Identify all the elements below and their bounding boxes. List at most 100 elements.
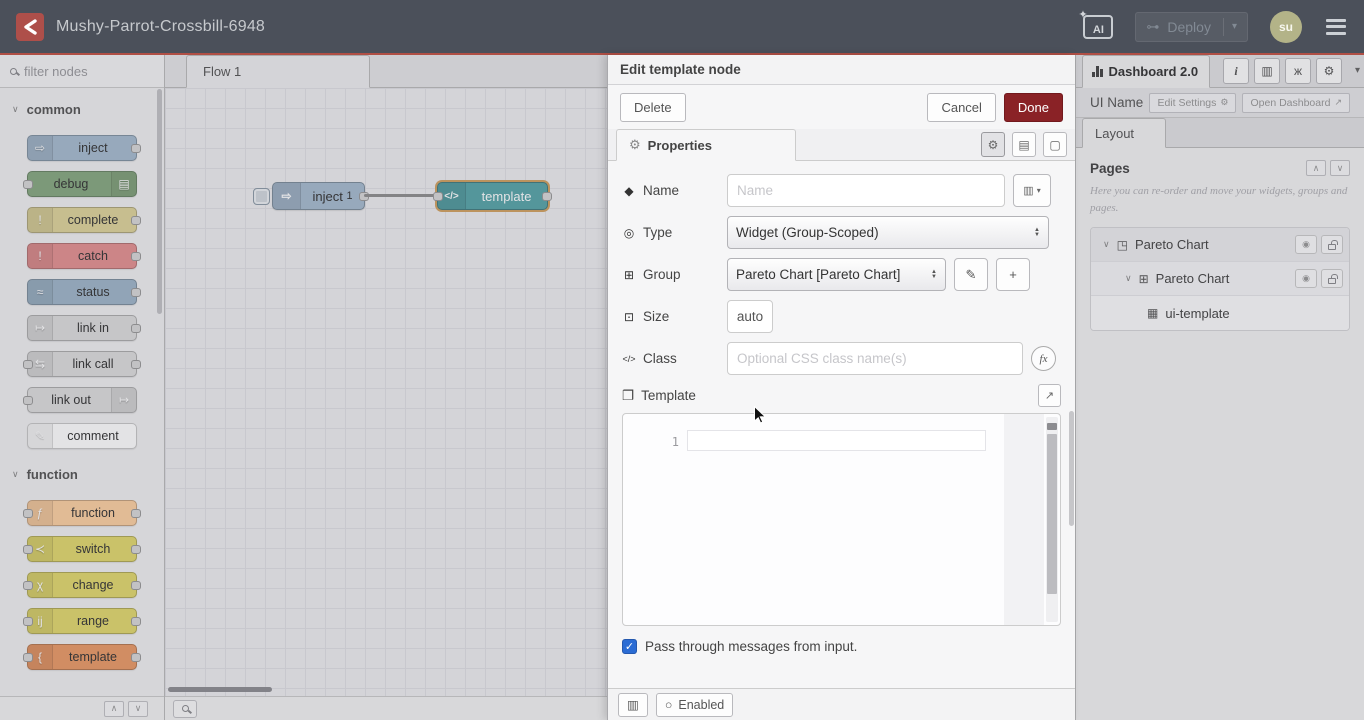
size-field-label: ⊡ Size	[622, 309, 727, 324]
label-options-button[interactable]: ▥ ▾	[1013, 174, 1051, 207]
node-input-port	[23, 617, 33, 626]
main-menu-button[interactable]	[1324, 15, 1348, 39]
lock-button[interactable]	[1321, 235, 1343, 254]
canvas-horizontal-scrollbar[interactable]	[168, 687, 272, 692]
lock-button[interactable]	[1321, 269, 1343, 288]
palette-node-inject[interactable]: ⇨inject	[27, 135, 137, 161]
properties-view-button[interactable]: ⚙	[981, 132, 1005, 157]
layout-tree-row-page[interactable]: ∨ ◳ Pareto Chart ◉	[1091, 228, 1349, 262]
cancel-button[interactable]: Cancel	[927, 93, 995, 122]
ai-assistant-button[interactable]: ✦ AI	[1083, 15, 1113, 39]
sparkle-icon: ✦	[1078, 8, 1087, 21]
canvas-node-inject[interactable]: ⇨ inject 1	[272, 182, 365, 210]
done-button[interactable]: Done	[1004, 93, 1063, 122]
palette-node-switch[interactable]: ≺switch	[27, 536, 137, 562]
chevron-down-icon[interactable]: ∨	[1103, 239, 1110, 250]
debug-sidebar-button[interactable]: ж	[1285, 58, 1311, 84]
tab-properties[interactable]: ⚙ Properties	[616, 129, 796, 161]
page-icon: ◳	[1117, 238, 1128, 252]
dashboard-tab-label: Dashboard 2.0	[1109, 64, 1199, 79]
palette-node-link-out[interactable]: ↦link out	[27, 387, 137, 413]
inject-trigger-button[interactable]	[253, 188, 270, 205]
template-input-port[interactable]	[433, 192, 443, 201]
tree-item-label: Pareto Chart	[1135, 237, 1288, 252]
node-input-port	[23, 545, 33, 554]
check-icon: ✓	[625, 640, 634, 653]
node-output-port	[131, 545, 141, 554]
collapse-categories-button[interactable]: ∧	[104, 701, 124, 717]
palette-node-label: complete	[28, 208, 136, 232]
field-row-type: ◎ Type Widget (Group-Scoped) ▲▼	[622, 216, 1061, 249]
tab-dashboard-2[interactable]: Dashboard 2.0	[1082, 55, 1210, 88]
tree-item-label: ui-template	[1165, 306, 1343, 321]
size-auto-button[interactable]: auto	[727, 300, 773, 333]
expand-editor-button[interactable]: ↗	[1038, 384, 1061, 407]
palette-node-template[interactable]: {template	[27, 644, 137, 670]
code-icon: </>	[622, 354, 636, 364]
visibility-eye-button[interactable]: ◉	[1295, 235, 1317, 254]
deploy-button[interactable]: ⊶ Deploy ▾	[1135, 12, 1248, 42]
collapse-all-button[interactable]: ∧	[1306, 160, 1326, 176]
palette-category-function[interactable]: ∨function	[0, 459, 164, 490]
palette-scrollbar[interactable]	[157, 89, 162, 314]
user-avatar[interactable]: su	[1270, 11, 1302, 43]
node-output-port	[131, 509, 141, 518]
type-select[interactable]: Widget (Group-Scoped) ▲▼	[727, 216, 1049, 249]
tab-layout[interactable]: Layout	[1082, 118, 1166, 148]
class-input[interactable]	[727, 342, 1023, 375]
palette-node-catch[interactable]: !catch	[27, 243, 137, 269]
canvas-node-template[interactable]: </> template	[437, 182, 548, 210]
template-code-editor[interactable]: 1	[622, 413, 1061, 626]
inject-node-label: inject 1	[301, 183, 364, 209]
palette-node-comment[interactable]: ✎comment	[27, 423, 137, 449]
pages-title: Pages	[1090, 161, 1306, 176]
appearance-view-button[interactable]: ▢	[1043, 132, 1067, 157]
fx-button[interactable]: fx	[1031, 346, 1056, 371]
canvas-search-button[interactable]	[173, 700, 197, 718]
expand-all-button[interactable]: ∨	[1330, 160, 1350, 176]
expand-categories-button[interactable]: ∨	[128, 701, 148, 717]
edit-group-button[interactable]: ✎	[954, 258, 988, 291]
editor-scrollbar[interactable]	[1046, 417, 1058, 622]
node-input-port	[23, 581, 33, 590]
layout-tree-row-group[interactable]: ∨⊞Pareto Chart◉	[1091, 262, 1349, 296]
description-view-button[interactable]: ▤	[1012, 132, 1036, 157]
canvas-workspace[interactable]: ⇨ inject 1 </> template	[165, 88, 607, 696]
name-input[interactable]	[727, 174, 1005, 207]
palette-node-range[interactable]: ijrange	[27, 608, 137, 634]
passthrough-checkbox[interactable]: ✓	[622, 639, 637, 654]
palette-footer: ∧ ∨	[0, 696, 164, 720]
palette-category-common[interactable]: ∨common	[0, 94, 164, 125]
palette-node-complete[interactable]: !complete	[27, 207, 137, 233]
delete-button[interactable]: Delete	[620, 93, 686, 122]
layout-tree-row-widget[interactable]: ▦ui-template	[1091, 296, 1349, 330]
add-group-button[interactable]: +	[996, 258, 1030, 291]
group-select[interactable]: Pareto Chart [Pareto Chart] ▲▼	[727, 258, 946, 291]
flow-tab[interactable]: Flow 1	[186, 55, 370, 88]
visibility-eye-button[interactable]: ◉	[1295, 269, 1317, 288]
help-sidebar-button[interactable]: ▥	[1254, 58, 1280, 84]
palette-node-link-call[interactable]: ⇆link call	[27, 351, 137, 377]
palette-node-link-in[interactable]: ↦link in	[27, 315, 137, 341]
eye-icon: ◉	[1302, 239, 1310, 250]
chevron-down-icon[interactable]: ∨	[1125, 273, 1132, 284]
palette-search[interactable]: filter nodes	[0, 55, 164, 88]
node-input-port	[23, 180, 33, 189]
info-sidebar-button[interactable]: i	[1223, 58, 1249, 84]
edit-settings-button[interactable]: Edit Settings ⚙	[1149, 93, 1236, 113]
enabled-toggle-button[interactable]: ○ Enabled	[656, 693, 733, 717]
palette-node-label: link out	[28, 388, 136, 412]
deploy-caret-icon[interactable]: ▾	[1232, 21, 1237, 32]
palette-node-debug[interactable]: ▤debug	[27, 171, 137, 197]
sidebar-menu-caret[interactable]: ▾	[1355, 65, 1360, 76]
node-input-port	[23, 653, 33, 662]
config-sidebar-button[interactable]: ⚙	[1316, 58, 1342, 84]
palette-node-change[interactable]: χchange	[27, 572, 137, 598]
dialog-scrollbar[interactable]	[1069, 411, 1074, 526]
palette-node-function[interactable]: ƒfunction	[27, 500, 137, 526]
open-dashboard-button[interactable]: Open Dashboard ↗	[1242, 93, 1350, 113]
palette-node-status[interactable]: ≈status	[27, 279, 137, 305]
template-output-port[interactable]	[542, 192, 552, 201]
node-help-button[interactable]: ▥	[618, 693, 648, 717]
wire-inject-to-template[interactable]	[364, 194, 438, 197]
